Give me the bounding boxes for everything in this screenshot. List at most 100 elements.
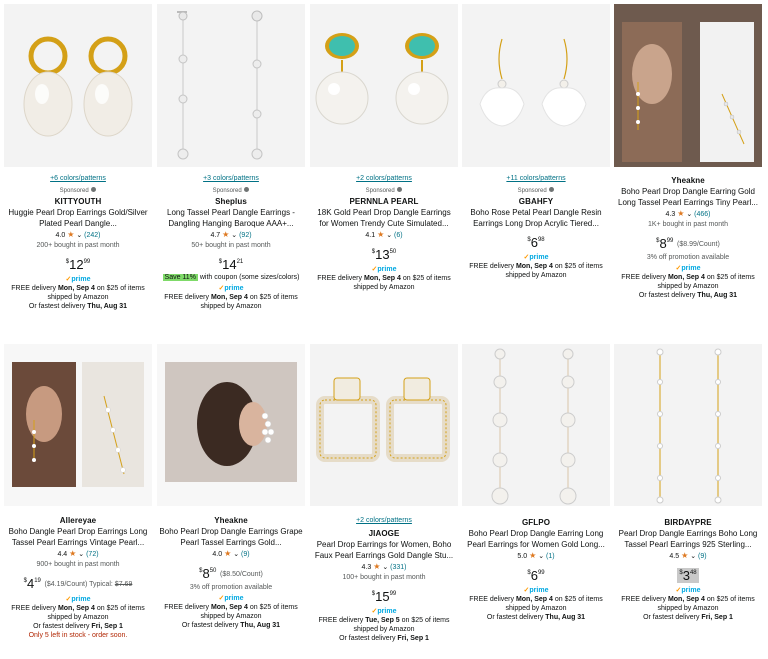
- product-image[interactable]: [4, 4, 152, 167]
- chevron-down-icon[interactable]: ⌄: [686, 211, 692, 218]
- chevron-down-icon[interactable]: ⌄: [78, 551, 84, 558]
- rating[interactable]: 4.5 ★ ⌄ (9): [616, 550, 760, 562]
- color-options-link[interactable]: +3 colors/patterns: [159, 174, 303, 183]
- delivery-info: FREE delivery Mon, Sep 4 on $25 of items…: [621, 274, 755, 290]
- review-count[interactable]: (72): [86, 551, 98, 558]
- stock-warning: Only 5 left in stock - order soon.: [28, 632, 128, 639]
- price[interactable]: $1599: [312, 586, 456, 605]
- rating[interactable]: 4.0 ★ ⌄ (242): [6, 229, 150, 241]
- product-title[interactable]: Pearl Drop Earrings for Women, Boho Faux…: [312, 539, 456, 561]
- product-card[interactable]: +3 colors/patterns Sponsored Sheplus Lon…: [157, 4, 305, 340]
- rating[interactable]: 4.7 ★ ⌄ (92): [159, 229, 303, 241]
- price[interactable]: $899 ($8.99/Count): [616, 233, 760, 253]
- price[interactable]: $1350: [312, 244, 456, 263]
- star-icon: ★: [373, 562, 381, 571]
- product-image[interactable]: [157, 4, 305, 167]
- info-icon[interactable]: [549, 187, 555, 192]
- product-card[interactable]: +2 colors/patterns Sponsored PERNNLA PEA…: [310, 4, 458, 340]
- rating[interactable]: 4.4 ★ ⌄ (72): [6, 548, 150, 560]
- product-title[interactable]: Boho Dangle Pearl Drop Earrings Long Tas…: [6, 526, 150, 548]
- review-count[interactable]: (331): [390, 564, 406, 571]
- color-options-link[interactable]: +11 colors/patterns: [464, 174, 608, 183]
- product-card[interactable]: BIRDAYPRE Pearl Drop Dangle Earrings Boh…: [614, 344, 762, 656]
- price[interactable]: $850 ($8.50/Count): [159, 563, 303, 583]
- sponsored-label[interactable]: Sponsored: [312, 187, 456, 195]
- product-card[interactable]: Yheakne Boho Pearl Drop Dangle Earrings …: [157, 344, 305, 656]
- chevron-down-icon[interactable]: ⌄: [386, 232, 392, 239]
- review-count[interactable]: (92): [239, 232, 251, 239]
- rating[interactable]: 4.1 ★ ⌄ (6): [312, 229, 456, 241]
- review-count[interactable]: (9): [241, 551, 250, 558]
- product-image[interactable]: [462, 4, 610, 167]
- fastest-delivery: Or fastest delivery Thu, Aug 31: [486, 614, 586, 621]
- brand-name: KITTYOUTH: [54, 197, 102, 206]
- chevron-down-icon[interactable]: ⌄: [690, 553, 696, 560]
- bought-count: 200+ bought in past month: [36, 242, 120, 249]
- info-icon[interactable]: [397, 187, 403, 192]
- brand-name: PERNNLA PEARL: [349, 197, 419, 206]
- product-image[interactable]: [310, 344, 458, 506]
- product-image[interactable]: [614, 344, 762, 506]
- product-image[interactable]: [462, 344, 610, 506]
- product-card[interactable]: Yheakne Boho Pearl Drop Dangle Earring G…: [614, 4, 762, 340]
- review-count[interactable]: (242): [84, 232, 100, 239]
- product-image[interactable]: [157, 344, 305, 506]
- rating[interactable]: 5.0 ★ ⌄ (1): [464, 550, 608, 562]
- product-title[interactable]: Boho Rose Petal Pearl Dangle Resin Earri…: [464, 207, 608, 229]
- review-count[interactable]: (9): [698, 553, 707, 560]
- rating[interactable]: 4.3 ★ ⌄ (466): [616, 208, 760, 220]
- product-title[interactable]: Boho Pearl Drop Dangle Earring Long Pear…: [464, 528, 608, 550]
- prime-badge: ✓prime: [523, 587, 549, 594]
- star-icon: ★: [69, 549, 77, 558]
- chevron-down-icon[interactable]: ⌄: [231, 232, 237, 239]
- product-card[interactable]: GFLPO Boho Pearl Drop Dangle Earring Lon…: [462, 344, 610, 656]
- product-card[interactable]: +2 colors/patterns JIAOGE Pearl Drop Ear…: [310, 344, 458, 656]
- product-title[interactable]: 18K Gold Pearl Drop Dangle Earrings for …: [312, 207, 456, 229]
- product-card[interactable]: +11 colors/patterns Sponsored GBAHFY Boh…: [462, 4, 610, 340]
- product-title[interactable]: Boho Pearl Drop Dangle Earrings Grape Pe…: [159, 526, 303, 548]
- chevron-down-icon[interactable]: ⌄: [233, 551, 239, 558]
- price[interactable]: $699: [464, 565, 608, 584]
- color-options-link[interactable]: +6 colors/patterns: [6, 174, 150, 183]
- product-image[interactable]: [4, 344, 152, 506]
- price[interactable]: $419 ($4.19/Count) Typical: $7.69: [6, 573, 150, 593]
- product-title[interactable]: Huggie Pearl Drop Earrings Gold/Silver P…: [6, 207, 150, 229]
- bought-count: 900+ bought in past month: [36, 561, 120, 568]
- delivery-info: FREE delivery Mon, Sep 4 on $25 of items…: [164, 604, 298, 620]
- sponsored-label[interactable]: Sponsored: [159, 187, 303, 195]
- product-title[interactable]: Pearl Drop Dangle Earrings Boho Long Tas…: [616, 528, 760, 550]
- product-image[interactable]: [614, 4, 762, 167]
- sponsored-label[interactable]: Sponsored: [464, 187, 608, 195]
- brand-name: Yheakne: [671, 176, 705, 185]
- product-card[interactable]: +6 colors/patterns Sponsored KITTYOUTH H…: [4, 4, 152, 340]
- chevron-down-icon[interactable]: ⌄: [382, 564, 388, 571]
- review-count[interactable]: (466): [694, 211, 710, 218]
- product-image[interactable]: [310, 4, 458, 167]
- product-title[interactable]: Long Tassel Pearl Dangle Earrings - Dang…: [159, 207, 303, 229]
- delivery-info: FREE delivery Mon, Sep 4 on $25 of items…: [11, 605, 145, 621]
- prime-badge: ✓prime: [371, 608, 397, 615]
- info-icon[interactable]: [91, 187, 97, 192]
- rating[interactable]: 4.0 ★ ⌄ (9): [159, 548, 303, 560]
- color-options-link[interactable]: +2 colors/patterns: [312, 174, 456, 183]
- rating[interactable]: 4.3 ★ ⌄ (331): [312, 561, 456, 573]
- review-count[interactable]: (1): [546, 553, 555, 560]
- prime-badge: ✓prime: [65, 276, 91, 283]
- product-title[interactable]: Boho Pearl Drop Dangle Earring Gold Long…: [616, 186, 760, 208]
- chevron-down-icon[interactable]: ⌄: [538, 553, 544, 560]
- delivery-info: FREE delivery Mon, Sep 4 on $25 of items…: [469, 263, 603, 279]
- chevron-down-icon[interactable]: ⌄: [76, 232, 82, 239]
- review-count[interactable]: (6): [394, 232, 403, 239]
- price[interactable]: $348: [616, 565, 760, 584]
- star-icon: ★: [377, 230, 385, 239]
- star-icon: ★: [677, 209, 685, 218]
- price[interactable]: $698: [464, 232, 608, 251]
- price[interactable]: $1299: [6, 254, 150, 273]
- product-card[interactable]: Allereyae Boho Dangle Pearl Drop Earring…: [4, 344, 152, 656]
- prime-badge: ✓prime: [675, 587, 701, 594]
- color-options-link[interactable]: +2 colors/patterns: [312, 516, 456, 525]
- info-icon[interactable]: [244, 187, 250, 192]
- price[interactable]: $1421: [159, 254, 303, 273]
- coupon[interactable]: Save 11% with coupon (some sizes/colors): [159, 273, 303, 282]
- sponsored-label[interactable]: Sponsored: [6, 187, 150, 195]
